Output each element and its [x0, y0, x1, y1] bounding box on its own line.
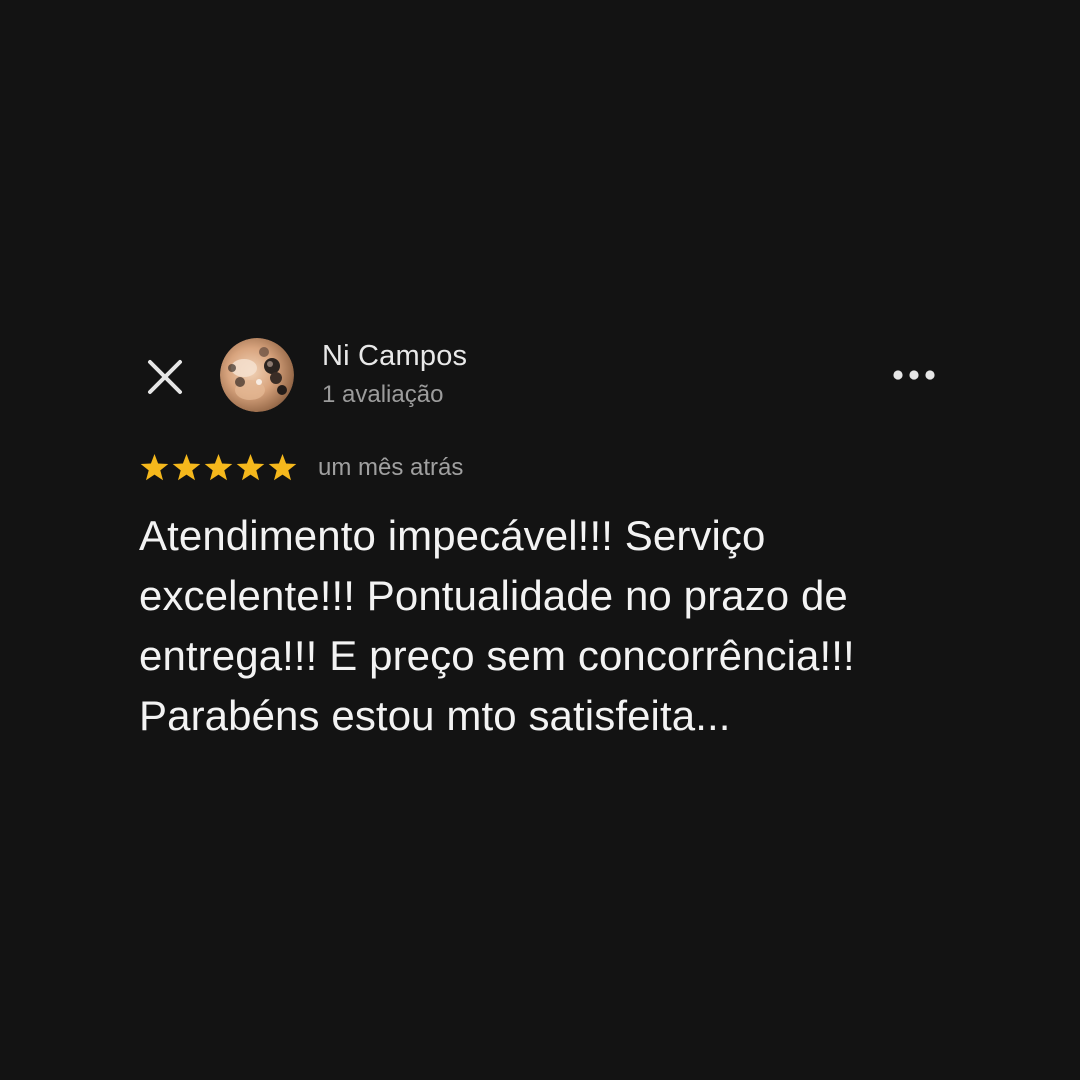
more-options-icon	[893, 370, 935, 380]
star-icon	[172, 454, 201, 481]
author-review-count: 1 avaliação	[322, 381, 444, 408]
review-date: um mês atrás	[318, 454, 464, 481]
star-icon	[236, 454, 265, 481]
review-text: Atendimento impecável!!! Serviço excelen…	[139, 512, 855, 739]
star-icon	[268, 454, 297, 481]
star-icon	[204, 454, 233, 481]
star-rating	[140, 454, 297, 481]
review-header: Ni Campos 1 avaliação	[140, 336, 940, 414]
close-icon	[148, 360, 182, 394]
avatar[interactable]	[220, 338, 294, 412]
rating-row: um mês atrás	[140, 452, 840, 484]
close-button[interactable]	[140, 352, 190, 402]
review-screen: Ni Campos 1 avaliação um mês atrás Atend…	[0, 0, 1080, 1080]
avatar-photo	[220, 338, 294, 412]
more-options-button[interactable]	[888, 358, 940, 392]
author-name[interactable]: Ni Campos	[322, 340, 467, 373]
star-icon	[140, 454, 169, 481]
